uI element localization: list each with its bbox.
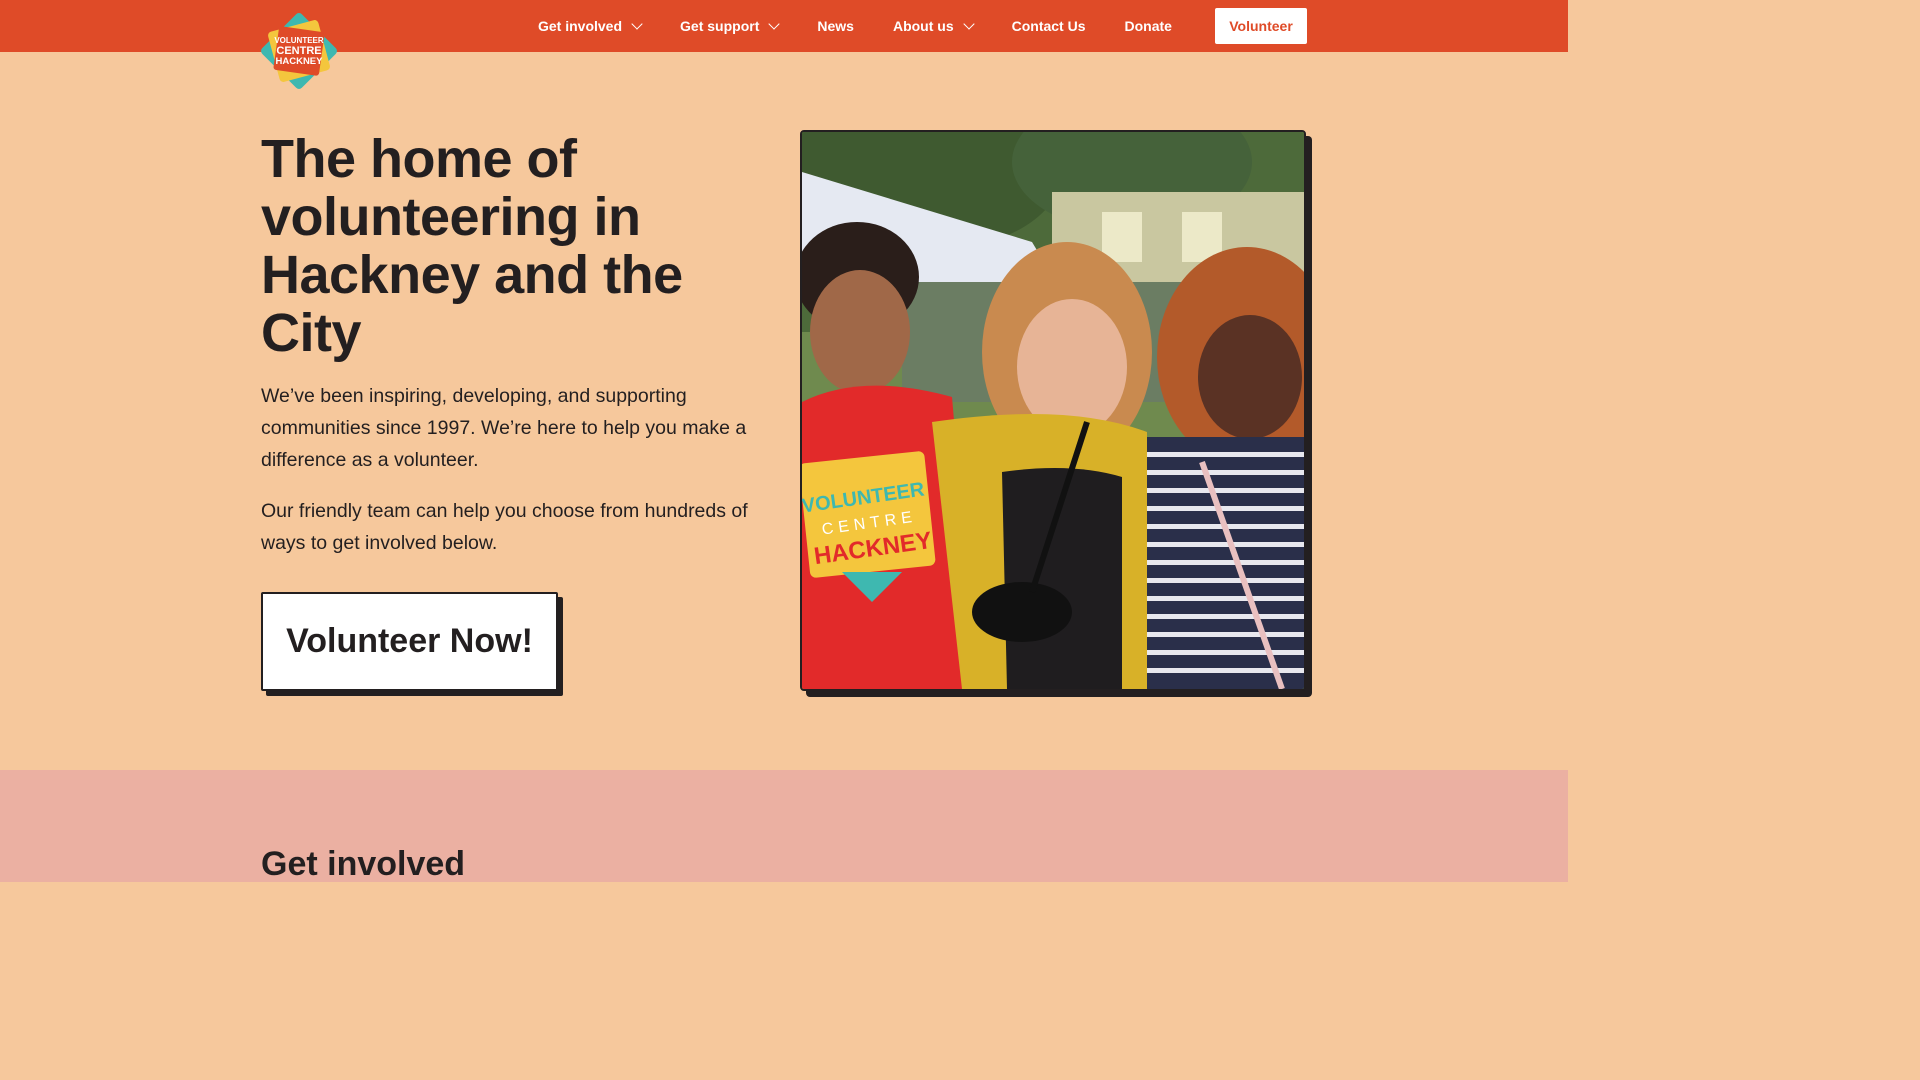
nav-donate-label: Donate xyxy=(1124,18,1172,34)
nav-donate[interactable]: Donate xyxy=(1125,18,1172,34)
nav-contact-us-label: Contact Us xyxy=(1011,18,1086,34)
nav-contact-us[interactable]: Contact Us xyxy=(1012,18,1086,34)
nav-get-involved-label: Get involved xyxy=(538,18,623,34)
chevron-down-icon xyxy=(962,18,975,30)
get-involved-section xyxy=(0,770,1568,882)
logo-line-3: HACKNEY xyxy=(276,56,324,67)
hero-intro-paragraph: We’ve been inspiring, developing, and su… xyxy=(261,385,747,471)
main-nav: Get involved Get support News About us C… xyxy=(538,0,1211,52)
volunteer-button[interactable]: Volunteer xyxy=(1215,8,1307,44)
logo-graphic: VOLUNTEER CENTRE HACKNEY xyxy=(261,13,337,89)
nav-get-support[interactable]: Get support xyxy=(680,18,781,34)
hero-secondary-paragraph: Our friendly team can help you choose fr… xyxy=(261,500,748,554)
volunteer-now-button[interactable]: Volunteer Now! xyxy=(261,592,558,691)
logo-line-1: VOLUNTEER xyxy=(274,36,324,45)
chevron-down-icon xyxy=(768,18,781,30)
hero-photo-illustration: VOLUNTEER CENTRE HACKNEY xyxy=(802,132,1304,689)
nav-get-involved[interactable]: Get involved xyxy=(538,18,643,34)
hero-photo: VOLUNTEER CENTRE HACKNEY xyxy=(800,130,1306,691)
volunteer-centre-hackney-logo[interactable]: VOLUNTEER CENTRE HACKNEY xyxy=(261,13,337,89)
get-involved-heading: Get involved xyxy=(261,845,466,883)
nav-news[interactable]: News xyxy=(817,18,854,34)
hero-title: The home of volunteering in Hackney and … xyxy=(261,129,683,363)
nav-news-label: News xyxy=(817,18,854,34)
nav-about-us[interactable]: About us xyxy=(892,18,975,34)
chevron-down-icon xyxy=(631,18,643,30)
nav-get-support-label: Get support xyxy=(680,18,760,34)
nav-about-us-label: About us xyxy=(892,18,954,34)
